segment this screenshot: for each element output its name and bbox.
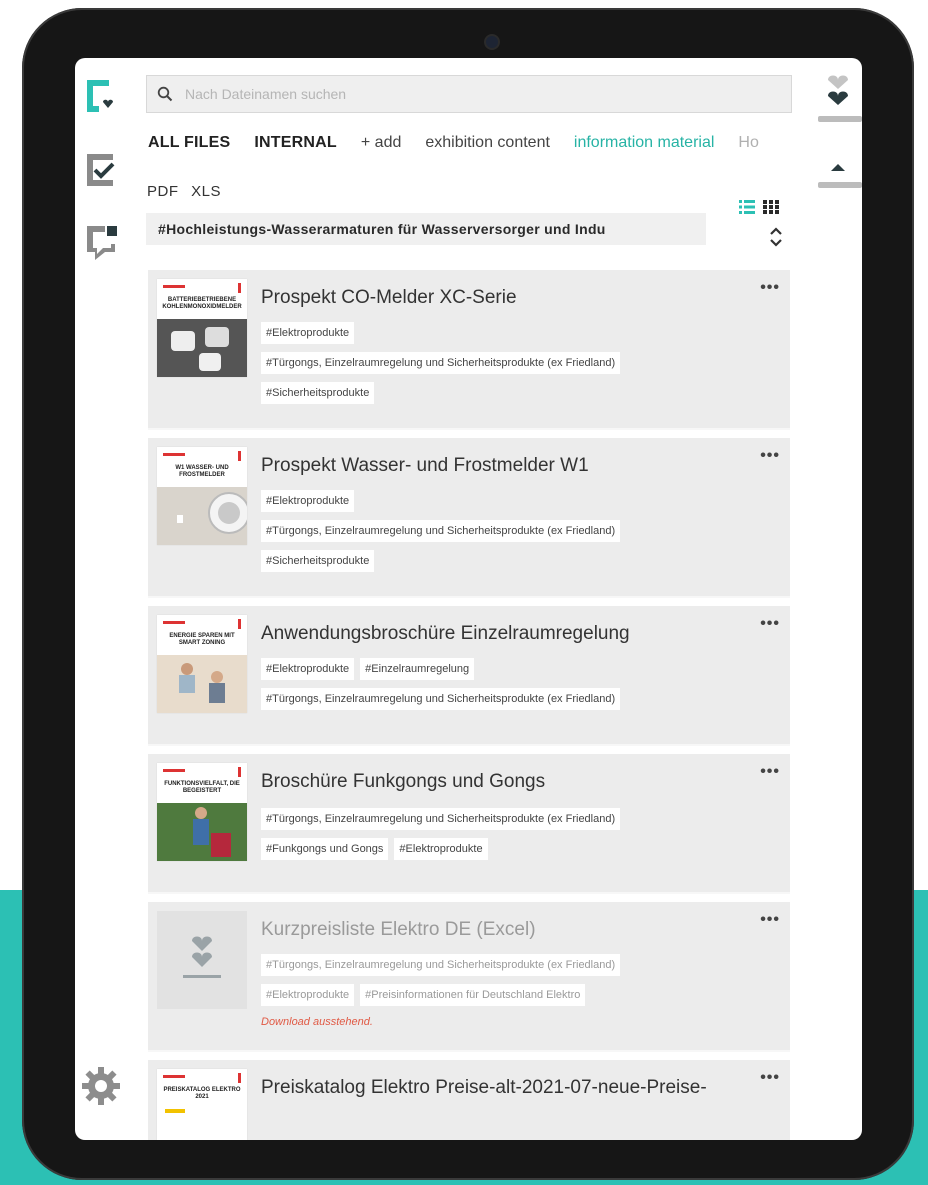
filetype-pdf[interactable]: PDF [147,183,179,200]
tasks-nav-icon[interactable] [81,150,121,190]
tag[interactable]: #Elektroprodukte [261,322,355,344]
thumbnail-caption: FUNKTIONSVIELFALT, DIE BEGEISTERT [164,781,240,794]
thumbnail-caption: W1 WASSER- UND FROSTMELDER [175,465,229,478]
file-thumbnail: W1 WASSER- UND FROSTMELDER [157,447,247,545]
file-title[interactable]: Kurzpreisliste Elektro DE (Excel) [261,919,536,941]
file-thumbnail: PREISKATALOG ELEKTRO 2021 [157,1069,247,1140]
tag[interactable]: #Preisinformationen für Deutschland Elek… [360,984,586,1006]
tag[interactable]: #Türgongs, Einzelraumregelung und Sicher… [261,808,621,830]
sort-toggle-icon[interactable] [769,226,783,253]
tab-internal[interactable]: INTERNAL [254,134,336,152]
list-view-icon[interactable] [739,200,755,219]
active-tag-filter[interactable]: #Hochleistungs-Wasserarmaturen für Wasse… [146,213,706,245]
tag[interactable]: #Elektroprodukte [261,490,355,512]
tab-information-material[interactable]: information material [574,134,715,152]
messages-nav-icon[interactable] [81,220,121,260]
left-sidebar [75,58,133,1140]
file-card[interactable]: ENERGIE SPAREN MIT SMART ZONING Anwendun… [148,606,790,746]
file-card[interactable]: W1 WASSER- UND FROSTMELDER Prospekt Wass… [148,438,790,598]
tag[interactable]: #Türgongs, Einzelraumregelung und Sicher… [261,352,621,374]
tab-ho[interactable]: Ho [738,134,758,152]
search-input[interactable] [183,85,747,103]
tag[interactable]: #Türgongs, Einzelraumregelung und Sicher… [261,688,621,710]
file-menu-button[interactable]: ••• [760,279,780,297]
file-card[interactable]: FUNKTIONSVIELFALT, DIE BEGEISTERT Brosch… [148,754,790,894]
file-title[interactable]: Anwendungsbroschüre Einzelraumregelung [261,623,630,645]
file-menu-button[interactable]: ••• [760,447,780,465]
files-nav-icon[interactable] [81,76,121,116]
right-rail [812,58,862,1140]
tab-all-files[interactable]: ALL FILES [148,134,230,152]
filetype-filters: PDF XLS [147,183,229,200]
file-card[interactable]: PREISKATALOG ELEKTRO 2021 Preiskatalog E… [148,1060,790,1140]
search-icon [147,86,183,102]
tag-list: #Elektroprodukte #Einzelraumregelung #Tür… [261,658,781,718]
tag-list: #Elektroprodukte #Türgongs, Einzelraumre… [261,490,781,580]
favorites-heart-icon[interactable] [826,74,850,115]
tag[interactable]: #Elektroprodukte [394,838,488,860]
tab-exhibition-content[interactable]: exhibition content [425,134,550,152]
tag[interactable]: #Sicherheitsprodukte [261,382,375,404]
grid-view-icon[interactable] [763,200,779,219]
tag[interactable]: #Funkgongs und Gongs [261,838,389,860]
rail-divider [818,182,862,188]
thumbnail-caption: ENERGIE SPAREN MIT SMART ZONING [169,633,235,646]
download-status: Download ausstehend. [261,1016,373,1028]
file-title[interactable]: Preiskatalog Elektro Preise-alt-2021-07-… [261,1077,707,1099]
file-card[interactable]: Kurzpreisliste Elektro DE (Excel) #Türgo… [148,902,790,1052]
tag[interactable]: #Türgongs, Einzelraumregelung und Sicher… [261,954,621,976]
file-menu-button[interactable]: ••• [760,763,780,781]
rail-divider [818,116,862,122]
file-thumbnail: BATTERIEBETRIEBENE KOHLENMONOXIDMELDER [157,279,247,377]
file-title[interactable]: Prospekt CO-Melder XC-Serie [261,287,517,309]
file-menu-button[interactable]: ••• [760,911,780,929]
tag-list: #Türgongs, Einzelraumregelung und Sicher… [261,954,781,1014]
front-camera [484,34,500,50]
search-bar [146,75,792,113]
filetype-xls[interactable]: XLS [191,183,221,200]
file-menu-button[interactable]: ••• [760,615,780,633]
tag[interactable]: #Einzelraumregelung [360,658,475,680]
file-thumbnail: FUNKTIONSVIELFALT, DIE BEGEISTERT [157,763,247,861]
excel-file-placeholder-icon [157,911,247,1009]
tag-list: #Türgongs, Einzelraumregelung und Sicher… [261,808,781,868]
file-title[interactable]: Broschüre Funkgongs und Gongs [261,771,545,793]
file-menu-button[interactable]: ••• [760,1069,780,1087]
file-thumbnail: ENERGIE SPAREN MIT SMART ZONING [157,615,247,713]
app-screen: ALL FILES INTERNAL + add exhibition content… [75,58,862,1140]
view-toggle [739,200,779,219]
thumbnail-caption: PREISKATALOG ELEKTRO 2021 [163,1087,241,1100]
settings-gear-icon[interactable] [79,1064,123,1108]
file-list: BATTERIEBETRIEBENE KOHLENMONOXIDMELDER P… [148,270,790,1140]
file-card[interactable]: BATTERIEBETRIEBENE KOHLENMONOXIDMELDER P… [148,270,790,430]
tag[interactable]: #Elektroprodukte [261,658,355,680]
add-tab-button[interactable]: + add [361,134,401,152]
file-title[interactable]: Prospekt Wasser- und Frostmelder W1 [261,455,589,477]
tag[interactable]: #Elektroprodukte [261,984,355,1006]
tag[interactable]: #Sicherheitsprodukte [261,550,375,572]
tag[interactable]: #Türgongs, Einzelraumregelung und Sicher… [261,520,621,542]
tag-list: #Elektroprodukte #Türgongs, Einzelraumre… [261,322,781,412]
scroll-top-chevron-icon[interactable] [830,160,846,178]
thumbnail-caption: BATTERIEBETRIEBENE KOHLENMONOXIDMELDER [162,297,242,310]
category-tabs: ALL FILES INTERNAL + add exhibition content… [148,134,793,158]
